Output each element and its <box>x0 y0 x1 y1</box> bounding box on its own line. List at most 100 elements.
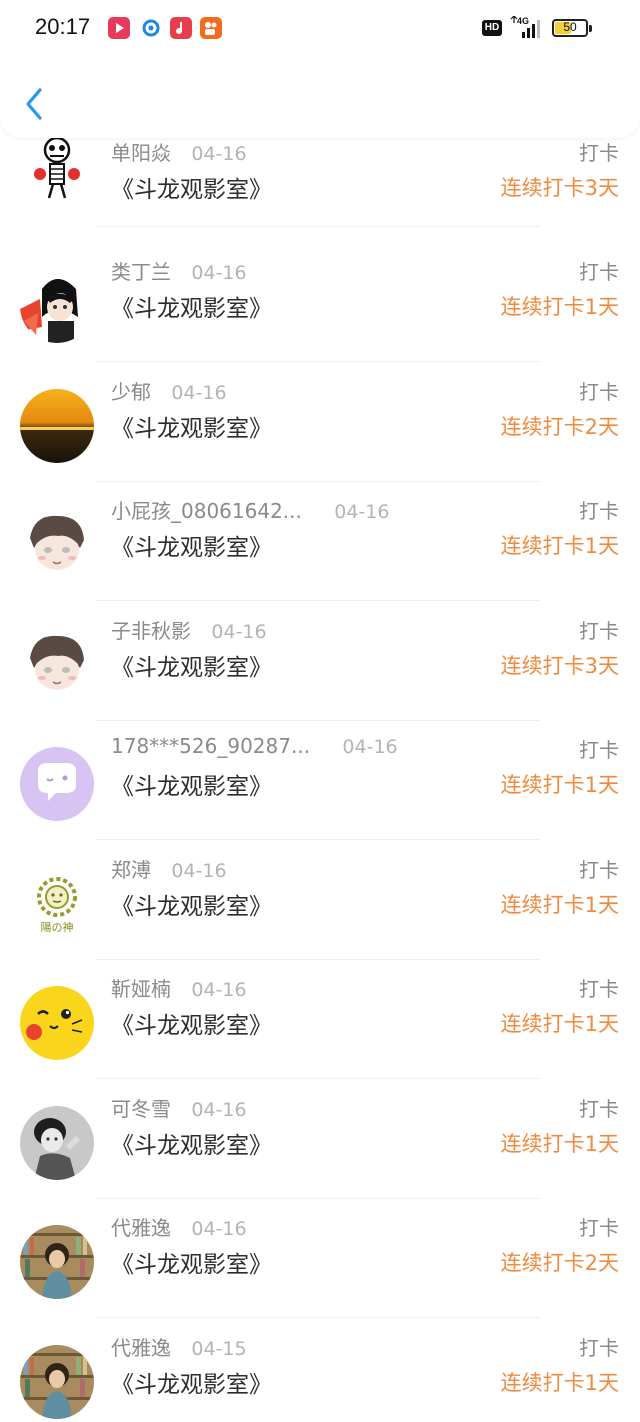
divider <box>96 959 540 960</box>
svg-text:4G: 4G <box>517 16 529 26</box>
divider <box>96 720 540 721</box>
checkin-date: 04-16 <box>191 1099 247 1121</box>
checkin-title: 《斗龙观影室》 <box>111 1133 272 1159</box>
sun-god-avatar[interactable]: 陽の神 <box>20 867 94 941</box>
checkin-date: 04-16 <box>191 262 247 284</box>
battery-level: 50 <box>563 20 577 34</box>
cartoon-boy-avatar[interactable] <box>20 508 94 582</box>
checkin-date: 04-16 <box>171 860 227 882</box>
chevron-left-icon <box>26 88 42 120</box>
username-text: 靳娅楠 <box>111 977 171 1001</box>
checkin-title: 《斗龙观影室》 <box>111 894 272 920</box>
streak-count: 连续打卡1天 <box>500 773 619 797</box>
divider <box>96 839 540 840</box>
checkin-action: 打卡 <box>579 977 619 1001</box>
pikachu-avatar[interactable] <box>20 986 94 1060</box>
checkin-date: 04-16 <box>171 382 227 404</box>
username: 代雅逸 04-15 <box>111 1332 247 1361</box>
username-text: 类丁兰 <box>111 260 171 284</box>
status-time: 20:17 <box>35 14 91 39</box>
checkin-title: 《斗龙观影室》 <box>111 655 272 681</box>
list-item[interactable]: 小屁孩_08061642... 04-16 《斗龙观影室》 打卡 连续打卡1天 <box>0 498 640 618</box>
system-status-icons: HD 4G 50 <box>482 15 594 41</box>
divider <box>96 481 540 482</box>
username: 代雅逸 04-16 <box>111 1212 247 1241</box>
chat-bubble-avatar[interactable] <box>20 747 94 821</box>
checkin-date: 04-16 <box>211 621 267 643</box>
list-item[interactable]: 靳娅楠 04-16 《斗龙观影室》 打卡 连续打卡1天 <box>0 976 640 1096</box>
username-text: 代雅逸 <box>111 1216 171 1240</box>
username-text: 小屁孩_08061642... <box>111 499 302 523</box>
streak-count: 连续打卡1天 <box>500 893 619 917</box>
username: 靳娅楠 04-16 <box>111 973 247 1002</box>
divider <box>96 1198 540 1199</box>
checkin-title: 《斗龙观影室》 <box>111 1013 272 1039</box>
streak-count: 连续打卡2天 <box>500 1251 619 1275</box>
svg-text:陽の神: 陽の神 <box>41 920 74 934</box>
checkin-action: 打卡 <box>579 619 619 643</box>
cartoon-boy-avatar[interactable] <box>20 628 94 702</box>
username: 子非秋影 04-16 <box>111 615 267 644</box>
browser-app-icon <box>140 17 162 39</box>
video-app-icon <box>108 17 130 39</box>
list-item[interactable]: 少郁 04-16 《斗龙观影室》 打卡 连续打卡2天 <box>0 379 640 499</box>
checkin-title: 《斗龙观影室》 <box>111 535 272 561</box>
divider <box>96 1078 540 1079</box>
signal-icon: 4G <box>508 15 544 40</box>
list-item[interactable]: 代雅逸 04-16 《斗龙观影室》 打卡 连续打卡2天 <box>0 1215 640 1335</box>
username-text: 郑溥 <box>111 858 151 882</box>
checkin-list-page: 20:17 HD 4G 50 单阳焱 04-16 《斗龙观影室》 打卡 连续打卡… <box>0 0 640 1422</box>
streak-count: 连续打卡1天 <box>500 534 619 558</box>
anime-boy-avatar[interactable] <box>20 269 94 343</box>
list-item[interactable]: 陽の神 郑溥 04-16 《斗龙观影室》 打卡 连续打卡1天 <box>0 857 640 977</box>
checkin-date: 04-16 <box>342 736 398 758</box>
checkin-action: 打卡 <box>579 1097 619 1121</box>
streak-count: 连续打卡1天 <box>500 295 619 319</box>
username: 郑溥 04-16 <box>111 854 227 883</box>
checkin-title: 《斗龙观影室》 <box>111 1252 272 1278</box>
checkin-action: 打卡 <box>579 141 619 165</box>
streak-count: 连续打卡1天 <box>500 1371 619 1395</box>
music-app-icon <box>170 17 192 39</box>
checkin-date: 04-15 <box>191 1338 247 1360</box>
sunset-avatar[interactable] <box>20 389 94 463</box>
checkin-action: 打卡 <box>579 1336 619 1360</box>
list-item[interactable]: 代雅逸 04-15 《斗龙观影室》 打卡 连续打卡1天 <box>0 1335 640 1422</box>
checkin-title: 《斗龙观影室》 <box>111 296 272 322</box>
checkin-action: 打卡 <box>579 380 619 404</box>
checkin-action: 打卡 <box>579 499 619 523</box>
skeleton-boxer-avatar[interactable] <box>20 128 94 202</box>
checkin-action: 打卡 <box>579 1216 619 1240</box>
username: 少郁 04-16 <box>111 376 227 405</box>
list-item[interactable]: 子非秋影 04-16 《斗龙观影室》 打卡 连续打卡3天 <box>0 618 640 738</box>
username: 178***526_90287... 04-16 <box>111 734 398 758</box>
bookshelf-girl-avatar[interactable] <box>20 1345 94 1419</box>
battery-icon: 50 <box>552 19 588 37</box>
username-text: 子非秋影 <box>111 619 191 643</box>
bw-girl-avatar[interactable] <box>20 1106 94 1180</box>
checkin-title: 《斗龙观影室》 <box>111 774 272 800</box>
streak-count: 连续打卡2天 <box>500 415 619 439</box>
list-item[interactable]: 类丁兰 04-16 《斗龙观影室》 打卡 连续打卡1天 <box>0 259 640 379</box>
checkin-action: 打卡 <box>579 260 619 284</box>
checkin-date: 04-16 <box>191 143 247 165</box>
back-button[interactable] <box>20 84 52 124</box>
streak-count: 连续打卡3天 <box>500 176 619 200</box>
bookshelf-girl-avatar[interactable] <box>20 1225 94 1299</box>
checkin-title: 《斗龙观影室》 <box>111 1372 272 1398</box>
list-item[interactable]: 可冬雪 04-16 《斗龙观影室》 打卡 连续打卡1天 <box>0 1096 640 1216</box>
checkin-action: 打卡 <box>579 738 619 762</box>
divider <box>96 600 540 601</box>
list-item[interactable]: 178***526_90287... 04-16 《斗龙观影室》 打卡 连续打卡… <box>0 734 640 857</box>
top-bar: 20:17 HD 4G 50 <box>0 0 640 138</box>
streak-count: 连续打卡1天 <box>500 1132 619 1156</box>
username-text: 单阳焱 <box>111 141 171 165</box>
username-text: 178***526_90287... <box>111 734 311 758</box>
checkin-title: 《斗龙观影室》 <box>111 177 272 203</box>
list-item[interactable]: 单阳焱 04-16 《斗龙观影室》 打卡 连续打卡3天 <box>0 128 640 260</box>
username: 可冬雪 04-16 <box>111 1093 247 1122</box>
username-text: 代雅逸 <box>111 1336 171 1360</box>
checkin-date: 04-16 <box>191 1218 247 1240</box>
kuaishou-app-icon <box>200 17 222 39</box>
username-text: 少郁 <box>111 380 151 404</box>
